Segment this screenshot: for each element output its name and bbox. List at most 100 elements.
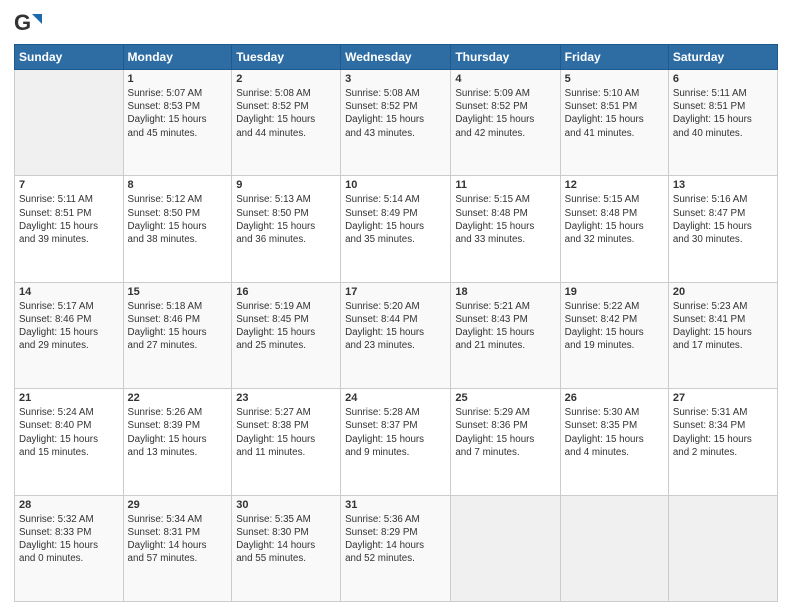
day-number: 27 <box>673 392 773 404</box>
calendar-cell: 12 Sunrise: 5:15 AM Sunset: 8:48 PM Dayli… <box>560 176 668 282</box>
day-info: Sunrise: 5:09 AM Sunset: 8:52 PM Dayligh… <box>455 87 555 140</box>
day-number: 18 <box>455 286 555 298</box>
calendar-cell: 26 Sunrise: 5:30 AM Sunset: 8:35 PM Dayli… <box>560 389 668 495</box>
day-info: Sunrise: 5:26 AM Sunset: 8:39 PM Dayligh… <box>128 406 228 459</box>
day-info: Sunrise: 5:13 AM Sunset: 8:50 PM Dayligh… <box>236 193 336 246</box>
day-number: 16 <box>236 286 336 298</box>
col-header-friday: Friday <box>560 45 668 70</box>
calendar-cell: 4 Sunrise: 5:09 AM Sunset: 8:52 PM Daylig… <box>451 70 560 176</box>
day-info: Sunrise: 5:34 AM Sunset: 8:31 PM Dayligh… <box>128 513 228 566</box>
calendar-cell: 15 Sunrise: 5:18 AM Sunset: 8:46 PM Dayli… <box>123 282 232 388</box>
col-header-tuesday: Tuesday <box>232 45 341 70</box>
calendar-cell: 18 Sunrise: 5:21 AM Sunset: 8:43 PM Dayli… <box>451 282 560 388</box>
day-info: Sunrise: 5:15 AM Sunset: 8:48 PM Dayligh… <box>565 193 664 246</box>
calendar-cell <box>560 495 668 601</box>
day-info: Sunrise: 5:29 AM Sunset: 8:36 PM Dayligh… <box>455 406 555 459</box>
day-info: Sunrise: 5:27 AM Sunset: 8:38 PM Dayligh… <box>236 406 336 459</box>
day-number: 4 <box>455 73 555 85</box>
calendar-cell: 30Sunrise: 5:35 AM Sunset: 8:30 PM Dayli… <box>232 495 341 601</box>
calendar-cell <box>668 495 777 601</box>
day-number: 30 <box>236 499 336 511</box>
day-info: Sunrise: 5:21 AM Sunset: 8:43 PM Dayligh… <box>455 300 555 353</box>
page: G SundayMondayTuesdayWednesdayThursdayFr… <box>0 0 792 612</box>
day-info: Sunrise: 5:08 AM Sunset: 8:52 PM Dayligh… <box>345 87 446 140</box>
calendar-cell <box>15 70 124 176</box>
day-number: 25 <box>455 392 555 404</box>
calendar-header: SundayMondayTuesdayWednesdayThursdayFrid… <box>15 45 778 70</box>
col-header-thursday: Thursday <box>451 45 560 70</box>
day-number: 29 <box>128 499 228 511</box>
calendar-cell: 1 Sunrise: 5:07 AM Sunset: 8:53 PM Daylig… <box>123 70 232 176</box>
days-header-row: SundayMondayTuesdayWednesdayThursdayFrid… <box>15 45 778 70</box>
week-row-4: 21 Sunrise: 5:24 AM Sunset: 8:40 PM Dayli… <box>15 389 778 495</box>
day-number: 10 <box>345 179 446 191</box>
col-header-wednesday: Wednesday <box>341 45 451 70</box>
calendar-cell: 10 Sunrise: 5:14 AM Sunset: 8:49 PM Dayli… <box>341 176 451 282</box>
day-number: 26 <box>565 392 664 404</box>
week-row-3: 14Sunrise: 5:17 AM Sunset: 8:46 PM Dayli… <box>15 282 778 388</box>
day-number: 11 <box>455 179 555 191</box>
day-number: 12 <box>565 179 664 191</box>
calendar-cell: 13Sunrise: 5:16 AM Sunset: 8:47 PM Dayli… <box>668 176 777 282</box>
day-number: 22 <box>128 392 228 404</box>
calendar-cell: 14Sunrise: 5:17 AM Sunset: 8:46 PM Dayli… <box>15 282 124 388</box>
day-info: Sunrise: 5:20 AM Sunset: 8:44 PM Dayligh… <box>345 300 446 353</box>
day-number: 24 <box>345 392 446 404</box>
calendar-cell: 27 Sunrise: 5:31 AM Sunset: 8:34 PM Dayli… <box>668 389 777 495</box>
calendar-cell: 29 Sunrise: 5:34 AM Sunset: 8:31 PM Dayli… <box>123 495 232 601</box>
day-number: 6 <box>673 73 773 85</box>
week-row-1: 1 Sunrise: 5:07 AM Sunset: 8:53 PM Daylig… <box>15 70 778 176</box>
calendar-cell: 20 Sunrise: 5:23 AM Sunset: 8:41 PM Dayli… <box>668 282 777 388</box>
calendar-cell: 19 Sunrise: 5:22 AM Sunset: 8:42 PM Dayli… <box>560 282 668 388</box>
calendar-cell: 8 Sunrise: 5:12 AM Sunset: 8:50 PM Daylig… <box>123 176 232 282</box>
day-info: Sunrise: 5:30 AM Sunset: 8:35 PM Dayligh… <box>565 406 664 459</box>
calendar: SundayMondayTuesdayWednesdayThursdayFrid… <box>14 44 778 602</box>
calendar-cell: 28Sunrise: 5:32 AM Sunset: 8:33 PM Dayli… <box>15 495 124 601</box>
calendar-cell: 5 Sunrise: 5:10 AM Sunset: 8:51 PM Daylig… <box>560 70 668 176</box>
day-number: 31 <box>345 499 446 511</box>
calendar-cell: 17Sunrise: 5:20 AM Sunset: 8:44 PM Dayli… <box>341 282 451 388</box>
day-number: 9 <box>236 179 336 191</box>
day-info: Sunrise: 5:19 AM Sunset: 8:45 PM Dayligh… <box>236 300 336 353</box>
week-row-2: 7 Sunrise: 5:11 AM Sunset: 8:51 PM Daylig… <box>15 176 778 282</box>
day-info: Sunrise: 5:24 AM Sunset: 8:40 PM Dayligh… <box>19 406 119 459</box>
svg-text:G: G <box>14 10 31 35</box>
day-number: 21 <box>19 392 119 404</box>
calendar-cell: 23 Sunrise: 5:27 AM Sunset: 8:38 PM Dayli… <box>232 389 341 495</box>
calendar-cell: 31 Sunrise: 5:36 AM Sunset: 8:29 PM Dayli… <box>341 495 451 601</box>
day-info: Sunrise: 5:28 AM Sunset: 8:37 PM Dayligh… <box>345 406 446 459</box>
calendar-cell: 2Sunrise: 5:08 AM Sunset: 8:52 PM Daylig… <box>232 70 341 176</box>
day-info: Sunrise: 5:11 AM Sunset: 8:51 PM Dayligh… <box>19 193 119 246</box>
day-info: Sunrise: 5:12 AM Sunset: 8:50 PM Dayligh… <box>128 193 228 246</box>
day-info: Sunrise: 5:18 AM Sunset: 8:46 PM Dayligh… <box>128 300 228 353</box>
day-number: 1 <box>128 73 228 85</box>
day-info: Sunrise: 5:32 AM Sunset: 8:33 PM Dayligh… <box>19 513 119 566</box>
week-row-5: 28Sunrise: 5:32 AM Sunset: 8:33 PM Dayli… <box>15 495 778 601</box>
calendar-cell: 25 Sunrise: 5:29 AM Sunset: 8:36 PM Dayli… <box>451 389 560 495</box>
day-number: 7 <box>19 179 119 191</box>
logo: G <box>14 10 46 38</box>
calendar-body: 1 Sunrise: 5:07 AM Sunset: 8:53 PM Daylig… <box>15 70 778 602</box>
day-number: 19 <box>565 286 664 298</box>
day-info: Sunrise: 5:22 AM Sunset: 8:42 PM Dayligh… <box>565 300 664 353</box>
day-info: Sunrise: 5:36 AM Sunset: 8:29 PM Dayligh… <box>345 513 446 566</box>
day-number: 8 <box>128 179 228 191</box>
day-info: Sunrise: 5:16 AM Sunset: 8:47 PM Dayligh… <box>673 193 773 246</box>
calendar-cell: 9 Sunrise: 5:13 AM Sunset: 8:50 PM Daylig… <box>232 176 341 282</box>
day-number: 23 <box>236 392 336 404</box>
day-info: Sunrise: 5:23 AM Sunset: 8:41 PM Dayligh… <box>673 300 773 353</box>
day-info: Sunrise: 5:10 AM Sunset: 8:51 PM Dayligh… <box>565 87 664 140</box>
calendar-cell: 3Sunrise: 5:08 AM Sunset: 8:52 PM Daylig… <box>341 70 451 176</box>
logo-icon: G <box>14 10 42 38</box>
day-info: Sunrise: 5:14 AM Sunset: 8:49 PM Dayligh… <box>345 193 446 246</box>
calendar-cell: 24 Sunrise: 5:28 AM Sunset: 8:37 PM Dayli… <box>341 389 451 495</box>
day-number: 15 <box>128 286 228 298</box>
day-info: Sunrise: 5:08 AM Sunset: 8:52 PM Dayligh… <box>236 87 336 140</box>
day-info: Sunrise: 5:07 AM Sunset: 8:53 PM Dayligh… <box>128 87 228 140</box>
day-number: 5 <box>565 73 664 85</box>
day-info: Sunrise: 5:11 AM Sunset: 8:51 PM Dayligh… <box>673 87 773 140</box>
calendar-cell: 11Sunrise: 5:15 AM Sunset: 8:48 PM Dayli… <box>451 176 560 282</box>
day-number: 20 <box>673 286 773 298</box>
col-header-monday: Monday <box>123 45 232 70</box>
day-info: Sunrise: 5:31 AM Sunset: 8:34 PM Dayligh… <box>673 406 773 459</box>
